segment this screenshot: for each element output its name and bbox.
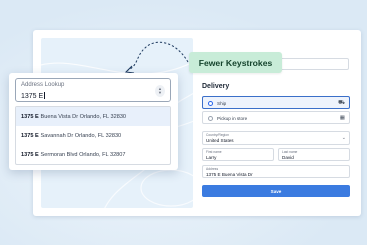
address-lookup-label: Address Lookup [21, 82, 65, 88]
suggestion-item[interactable]: 1375 E Buena Vista Dr Orlando, FL 32830 [16, 107, 170, 126]
dashed-arrow-icon [124, 41, 189, 74]
country-select[interactable]: Country/Region United States ⌄ [202, 131, 350, 145]
last-name-field[interactable]: Last name David [278, 148, 350, 161]
address-label: Address [206, 167, 219, 172]
address-lookup-input[interactable]: Address Lookup 1375 E ▲ ▼ [15, 78, 171, 102]
address-suggestions: 1375 E Buena Vista Dr Orlando, FL 32830 1… [15, 106, 171, 165]
save-button[interactable]: Save [202, 185, 350, 197]
suggestion-item[interactable]: 1375 E Sermoran Blvd Orlando, FL 32807 [16, 145, 170, 164]
address-field[interactable]: Address 1375 E Buena Vista Dr [202, 165, 350, 178]
pickup-label: Pickup in store [217, 115, 248, 121]
chevron-updown-icon[interactable]: ▲ ▼ [155, 85, 165, 97]
radio-unselected-icon[interactable] [208, 116, 213, 121]
address-lookup-popup: Address Lookup 1375 E ▲ ▼ 1375 E Buena Vis… [9, 73, 178, 170]
truck-icon: ⛟ [338, 99, 345, 106]
delivery-title: Delivery [202, 83, 230, 90]
first-name-label: First name [206, 150, 222, 155]
last-name-label: Last name [282, 150, 298, 155]
contact-field[interactable] [274, 58, 349, 70]
country-label: Country/Region [206, 133, 229, 138]
last-name-value: David [282, 154, 294, 160]
fewer-keystrokes-badge: Fewer Keystrokes [189, 52, 282, 73]
radio-selected-icon[interactable] [208, 101, 213, 106]
text-cursor [44, 91, 45, 99]
delivery-option-pickup[interactable]: Pickup in store ▦ [202, 111, 350, 124]
address-value: 1375 E Buena Vista Dr [206, 171, 253, 177]
first-name-field[interactable]: First name Larry [202, 148, 274, 161]
delivery-option-ship[interactable]: Ship ⛟ [202, 96, 350, 109]
country-value: United States [206, 137, 234, 143]
address-lookup-value: 1375 E [21, 91, 45, 100]
suggestion-item[interactable]: 1375 E Savannah Dr Orlando, FL 32830 [16, 126, 170, 145]
first-name-value: Larry [206, 154, 217, 160]
store-icon: ▦ [339, 114, 345, 121]
ship-label: Ship [217, 100, 227, 106]
chevron-down-icon: ⌄ [341, 135, 346, 141]
